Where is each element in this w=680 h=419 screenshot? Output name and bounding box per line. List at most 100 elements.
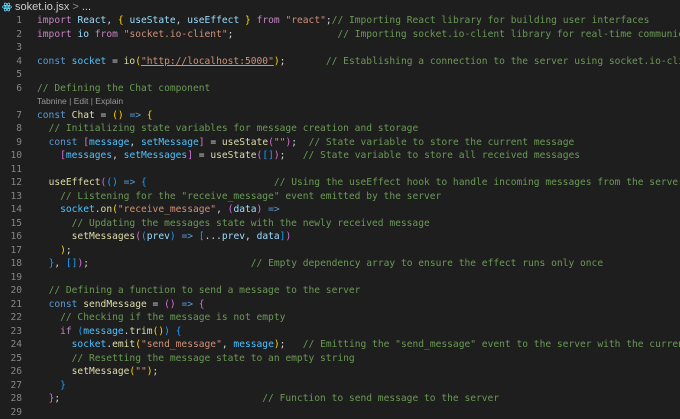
code-line[interactable]: 17 );: [0, 244, 680, 258]
code-text[interactable]: import io from "socket.io-client"; // Im…: [37, 28, 680, 42]
code-line[interactable]: 26 setMessage("");: [0, 365, 680, 379]
line-number: 17: [10, 244, 22, 256]
line-number: 22: [10, 312, 22, 323]
code-text[interactable]: const [message, setMessage] = useState("…: [37, 136, 575, 150]
code-line[interactable]: 4 const socket = io("http://localhost:500…: [0, 55, 680, 69]
code-token: // Empty dependency array to ensure the …: [250, 258, 604, 269]
code-line[interactable]: 22 // Checking if the message is not emp…: [0, 311, 680, 325]
code-token: =: [94, 109, 113, 121]
code-token: const: [37, 55, 66, 67]
line-number: 20: [10, 285, 22, 296]
code-line[interactable]: 27 }: [0, 379, 680, 393]
code-line[interactable]: 10 [messages, setMessages] = useState([]…: [0, 149, 680, 163]
code-text[interactable]: // Defining a function to send a message…: [37, 284, 361, 298]
code-text[interactable]: socket.on("receive_message", (data) =>: [37, 203, 280, 217]
code-text[interactable]: // Initializing state variables for mess…: [37, 122, 419, 136]
code-line[interactable]: 2 import io from "socket.io-client"; // I…: [0, 28, 680, 42]
code-editor[interactable]: soket.io.jsx > ... 1 import React, { useS…: [0, 0, 680, 419]
code-lines[interactable]: 1 import React, { useState, useEffect } f…: [0, 14, 680, 419]
code-token: socket: [71, 339, 107, 350]
code-line[interactable]: 7 const Chat = () => {: [0, 109, 680, 123]
code-text[interactable]: const Chat = () => {: [37, 109, 153, 123]
code-line[interactable]: 8 // Initializing state variables for me…: [0, 122, 680, 136]
code-token: trim: [129, 325, 153, 337]
code-token: message: [89, 136, 130, 148]
code-token: =>: [129, 109, 142, 121]
code-line[interactable]: 29: [0, 406, 680, 419]
code-text[interactable]: setMessage("");: [37, 365, 159, 379]
code-text[interactable]: // Checking if the message is not empty: [37, 311, 285, 325]
line-number: 6: [16, 82, 22, 94]
code-line[interactable]: 28 }; // Function to send message to the…: [0, 392, 680, 406]
code-token: []: [262, 150, 274, 161]
code-token: const: [48, 298, 78, 310]
code-text[interactable]: const socket = io("http://localhost:5000…: [37, 55, 680, 69]
code-token: message: [233, 339, 274, 350]
code-token: // Establishing a connection to the serv…: [325, 55, 680, 67]
code-line[interactable]: 23 if (message.trim()) {: [0, 325, 680, 339]
code-line[interactable]: 6 // Defining the Chat component: [0, 82, 680, 96]
code-token: ,: [54, 258, 66, 269]
code-text[interactable]: setMessages((prev) => [...prev, data]): [37, 230, 292, 244]
code-token: {: [175, 325, 182, 337]
breadcrumb-file[interactable]: soket.io.jsx: [15, 1, 69, 13]
line-number: 10: [10, 150, 22, 161]
code-text[interactable]: }, []); // Empty dependency array to ens…: [37, 257, 604, 271]
code-token: useState: [221, 136, 269, 148]
code-text[interactable]: useEffect(() => { // Using the useEffect…: [37, 176, 680, 190]
code-text[interactable]: [messages, setMessages] = useState([]); …: [37, 149, 580, 163]
code-line[interactable]: 20 // Defining a function to send a mess…: [0, 284, 680, 298]
code-line[interactable]: 3: [0, 41, 680, 55]
code-text[interactable]: if (message.trim()) {: [37, 325, 181, 339]
code-token: sendMessage: [83, 298, 147, 310]
line-number: 5: [16, 69, 22, 80]
code-token: (): [152, 325, 165, 337]
code-line[interactable]: Tabnine | Edit | Explain: [0, 95, 680, 109]
code-line[interactable]: 16 setMessages((prev) => [...prev, data]…: [0, 230, 680, 244]
code-line[interactable]: 25 // Resetting the message state to an …: [0, 352, 680, 366]
code-line[interactable]: 11: [0, 163, 680, 177]
code-text[interactable]: socket.emit("send_message", message); //…: [37, 338, 680, 352]
code-text[interactable]: // Updating the messages state with the …: [37, 217, 430, 231]
code-line[interactable]: 5: [0, 68, 680, 82]
code-text[interactable]: );: [37, 244, 72, 258]
code-token: =>: [123, 177, 136, 188]
code-line[interactable]: 19: [0, 271, 680, 285]
code-line[interactable]: 24 socket.emit("send_message", message);…: [0, 338, 680, 352]
code-line[interactable]: 12 useEffect(() => { // Using the useEff…: [0, 176, 680, 190]
codelens-actions[interactable]: Tabnine | Edit | Explain: [37, 95, 123, 109]
code-line[interactable]: 15 // Updating the messages state with t…: [0, 217, 680, 231]
breadcrumb-more[interactable]: ...: [82, 1, 91, 13]
code-text[interactable]: import React, { useState, useEffect } fr…: [37, 14, 649, 28]
code-text[interactable]: const sendMessage = () => {: [37, 298, 205, 312]
code-token: useState: [129, 15, 176, 26]
code-token: "http://localhost:5000": [141, 55, 274, 67]
line-number: 24: [10, 339, 22, 350]
code-token: // Initializing state variables for mess…: [48, 123, 419, 134]
code-text[interactable]: // Resetting the message state to an emp…: [37, 352, 355, 366]
code-line[interactable]: 9 const [message, setMessage] = useState…: [0, 136, 680, 150]
line-number: 21: [10, 298, 22, 310]
code-line[interactable]: 21 const sendMessage = () => {: [0, 298, 680, 312]
code-token: {: [198, 298, 205, 310]
code-line[interactable]: 14 socket.on("receive_message", (data) =…: [0, 203, 680, 217]
code-token: // Emitting the "send_message" event to …: [302, 339, 680, 350]
code-text[interactable]: }; // Function to send message to the se…: [37, 392, 500, 406]
code-token: ,: [221, 339, 234, 350]
code-token: data: [233, 204, 257, 215]
code-text[interactable]: }: [37, 379, 66, 393]
code-text[interactable]: // Listening for the "receive_message" e…: [37, 190, 441, 204]
code-line[interactable]: 18 }, []); // Empty dependency array to …: [0, 257, 680, 271]
line-number: 25: [10, 352, 22, 364]
code-text[interactable]: // Defining the Chat component: [37, 82, 210, 96]
code-line[interactable]: 13 // Listening for the "receive_message…: [0, 190, 680, 204]
code-line[interactable]: 1 import React, { useState, useEffect } f…: [0, 14, 680, 28]
code-token: "": [273, 136, 286, 148]
